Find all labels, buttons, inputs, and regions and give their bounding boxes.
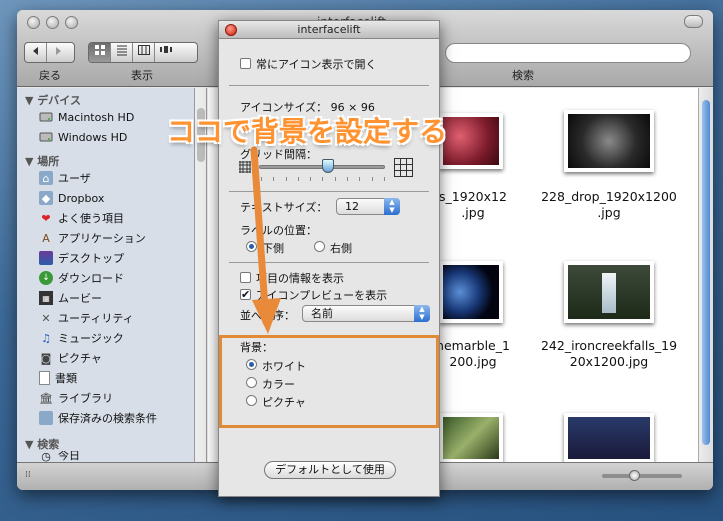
annotation-callout: ココで背景を設定する [167, 115, 448, 148]
annotation-arrow-icon [250, 146, 281, 334]
